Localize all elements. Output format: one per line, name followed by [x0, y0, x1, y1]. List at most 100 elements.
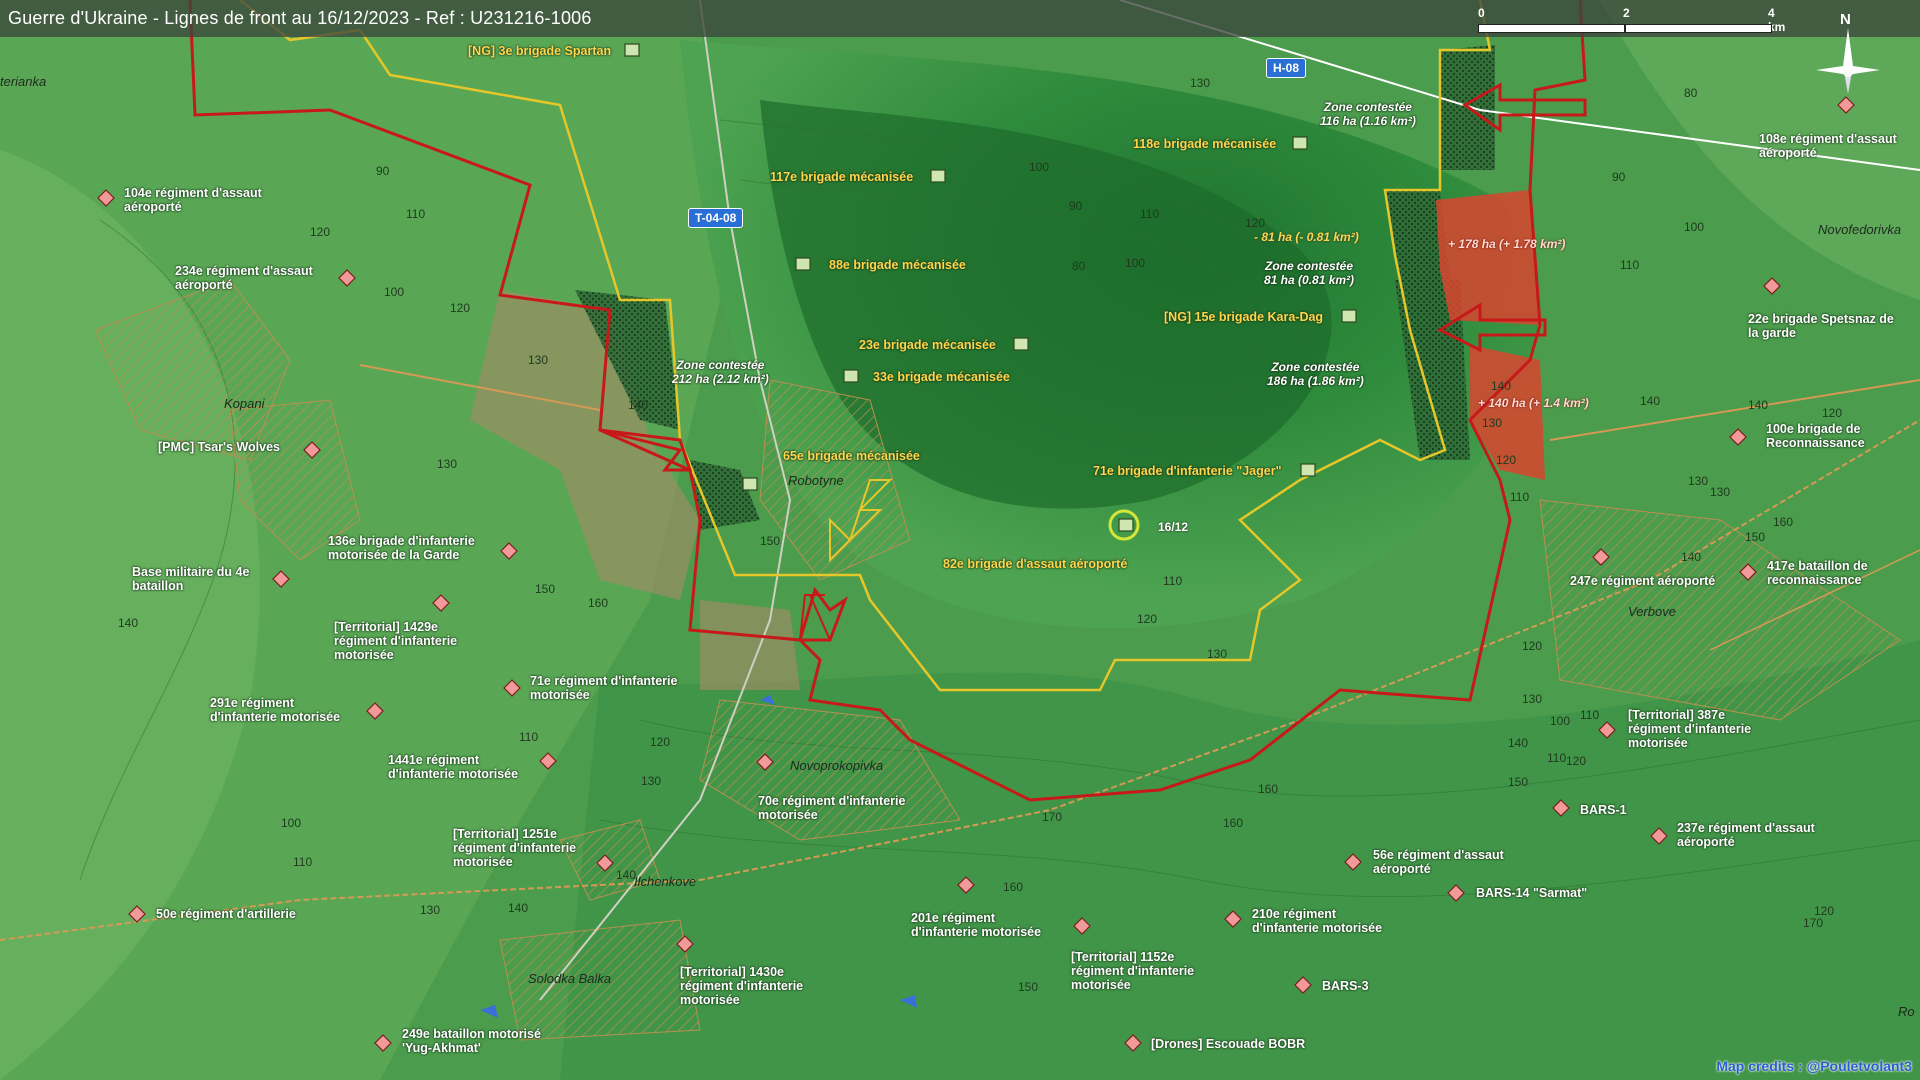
rus-unit-104[interactable]: 104e régiment d'assaut aéroporté [124, 186, 262, 214]
elevation-label: 150 [760, 534, 781, 548]
elevation-label: 110 [293, 855, 313, 869]
town-verbove: Verbove [1628, 604, 1676, 619]
elevation-label: 120 [650, 735, 671, 749]
ukr-unit-ng3[interactable]: [NG] 3e brigade Spartan [468, 44, 611, 58]
compass-icon: N [1816, 11, 1880, 94]
map-canvas[interactable]: Guerre d'Ukraine - Lignes de front au 16… [0, 0, 1920, 1080]
ukr-unit-65[interactable]: 65e brigade mécanisée [783, 449, 920, 463]
elevation-label: 140 [1640, 394, 1661, 408]
rus-unit-136[interactable]: 136e brigade d'infanterie motorisée de l… [328, 534, 475, 562]
elevation-label: 150 [1018, 980, 1039, 994]
rus-unit-56[interactable]: 56e régiment d'assaut aéroporté [1373, 848, 1504, 876]
elevation-label: 150 [535, 582, 556, 596]
rus-unit-201[interactable]: 201e régiment d'infanterie motorisée [911, 911, 1041, 939]
ukr-unit-82[interactable]: 82e brigade d'assaut aéroporté [943, 557, 1127, 571]
rus-unit-base4[interactable]: Base militaire du 4e bataillon [132, 565, 249, 593]
event-date-label: 16/12 [1158, 520, 1189, 534]
town-terianka: terianka [0, 74, 47, 89]
rus-unit-1429[interactable]: [Territorial] 1429e régiment d'infanteri… [334, 620, 457, 662]
gain-label-140: + 140 ha (+ 1.4 km²) [1478, 396, 1589, 410]
ukr-unit-118[interactable]: 118e brigade mécanisée [1133, 137, 1276, 151]
elevation-label: 130 [1710, 485, 1731, 499]
ukr-unit-88[interactable]: 88e brigade mécanisée [829, 258, 966, 272]
rus-unit-71[interactable]: 71e régiment d'infanterie motorisée [530, 674, 677, 702]
elevation-label: 160 [1003, 880, 1024, 894]
town-solodka-balka: Solodka Balka [528, 971, 612, 986]
elevation-label: 170 [1803, 916, 1824, 930]
elevation-label: 120 [1245, 216, 1266, 230]
elevation-label: 150 [1508, 775, 1529, 789]
rus-unit-237[interactable]: 237e régiment d'assaut aéroporté [1677, 821, 1815, 849]
rus-unit-417[interactable]: 417e bataillon de reconnaissance [1767, 559, 1868, 587]
ukr-unit-23[interactable]: 23e brigade mécanisée [859, 338, 996, 352]
ukr-unit-33[interactable]: 33e brigade mécanisée [873, 370, 1010, 384]
elevation-label: 110 [1547, 751, 1567, 765]
elevation-label: 100 [1684, 220, 1705, 234]
rus-unit-bars1[interactable]: BARS-1 [1580, 803, 1627, 817]
elevation-label: 120 [450, 301, 471, 315]
elevation-label: 140 [616, 868, 637, 882]
north-arrow: N [1808, 8, 1888, 98]
elevation-label: 120 [1566, 754, 1587, 768]
elevation-label: 110 [1163, 574, 1183, 588]
elevation-label: 140 [1681, 550, 1702, 564]
zone-label-212: Zone contestée 212 ha (2.12 km²) [672, 358, 769, 386]
elevation-label: 90 [1069, 199, 1083, 213]
rus-unit-1251[interactable]: [Territorial] 1251e régiment d'infanteri… [453, 827, 576, 869]
elevation-label: 140 [628, 398, 649, 412]
rus-unit-234[interactable]: 234e régiment d'assaut aéroporté [175, 264, 313, 292]
zone-label-81: Zone contestée 81 ha (0.81 km²) [1264, 259, 1355, 287]
rus-unit-1441[interactable]: 1441e régiment d'infanterie motorisée [388, 753, 518, 781]
rus-unit-387[interactable]: [Territorial] 387e régiment d'infanterie… [1628, 708, 1751, 750]
elevation-label: 80 [1684, 86, 1698, 100]
ukr-unit-ng15[interactable]: [NG] 15e brigade Kara-Dag [1164, 310, 1323, 324]
rus-unit-22[interactable]: 22e brigade Spetsnaz de la garde [1748, 312, 1894, 340]
elevation-label: 110 [1510, 490, 1530, 504]
scale-segment-second [1625, 24, 1772, 33]
elevation-label: 130 [528, 353, 549, 367]
elevation-label: 140 [508, 901, 529, 915]
rus-unit-249[interactable]: 249e bataillon motorisé 'Yug-Akhmat' [402, 1027, 541, 1055]
elevation-label: 130 [420, 903, 441, 917]
rus-unit-pmc[interactable]: [PMC] Tsar's Wolves [158, 440, 280, 454]
rus-unit-1430[interactable]: [Territorial] 1430e régiment d'infanteri… [680, 965, 803, 1007]
map-title: Guerre d'Ukraine - Lignes de front au 16… [8, 8, 592, 28]
town-novofedorivka: Novofedorivka [1818, 222, 1902, 237]
road-label-t0408: T-04-08 [688, 208, 744, 228]
town-novoprokopivka: Novoprokopivka [790, 758, 884, 773]
elevation-label: 130 [437, 457, 458, 471]
elevation-label: 110 [1580, 708, 1600, 722]
rus-unit-210[interactable]: 210e régiment d'infanterie motorisée [1252, 907, 1382, 935]
elevation-label: 130 [1190, 76, 1211, 90]
elevation-label: 170 [1042, 810, 1063, 824]
scale-segment-white [1478, 24, 1625, 33]
elevation-label: 100 [1029, 160, 1050, 174]
rus-unit-1152[interactable]: [Territorial] 1152e régiment d'infanteri… [1071, 950, 1194, 992]
rus-unit-100[interactable]: 100e brigade de Reconnaissance [1766, 422, 1865, 450]
rus-unit-50[interactable]: 50e régiment d'artillerie [156, 907, 296, 921]
ukr-unit-117[interactable]: 117e brigade mécanisée [770, 170, 913, 184]
elevation-label: 160 [1258, 782, 1279, 796]
rus-unit-bars3[interactable]: BARS-3 [1322, 979, 1369, 993]
road-label-h08: H-08 [1266, 58, 1307, 78]
elevation-label: 90 [376, 164, 390, 178]
rus-unit-108[interactable]: 108e régiment d'assaut aéroporté [1759, 132, 1897, 160]
scale-label-2: 2 [1623, 6, 1630, 20]
elevation-label: 130 [1688, 474, 1709, 488]
map-credits[interactable]: Map credits : @Pouletvolant3 [1716, 1058, 1912, 1074]
rus-unit-bobr[interactable]: [Drones] Escouade BOBR [1151, 1037, 1305, 1051]
town-ro: Ro [1898, 1004, 1915, 1019]
town-kopani: Kopani [224, 396, 265, 411]
rus-unit-bars14[interactable]: BARS-14 "Sarmat" [1476, 886, 1587, 900]
elevation-label: 120 [1496, 453, 1517, 467]
elevation-label: 100 [384, 285, 405, 299]
town-ilchenkove: Ilchenkove [634, 874, 697, 889]
elevation-label: 160 [588, 596, 609, 610]
rus-unit-70[interactable]: 70e régiment d'infanterie motorisée [758, 794, 905, 822]
ukr-unit-71[interactable]: 71e brigade d'infanterie "Jager" [1093, 464, 1282, 478]
loss-label-81: - 81 ha (- 0.81 km²) [1254, 230, 1359, 244]
elevation-label: 120 [1814, 904, 1835, 918]
rus-unit-291[interactable]: 291e régiment d'infanterie motorisée [210, 696, 340, 724]
elevation-label: 130 [1207, 647, 1228, 661]
rus-unit-247[interactable]: 247e régiment aéroporté [1570, 574, 1715, 588]
